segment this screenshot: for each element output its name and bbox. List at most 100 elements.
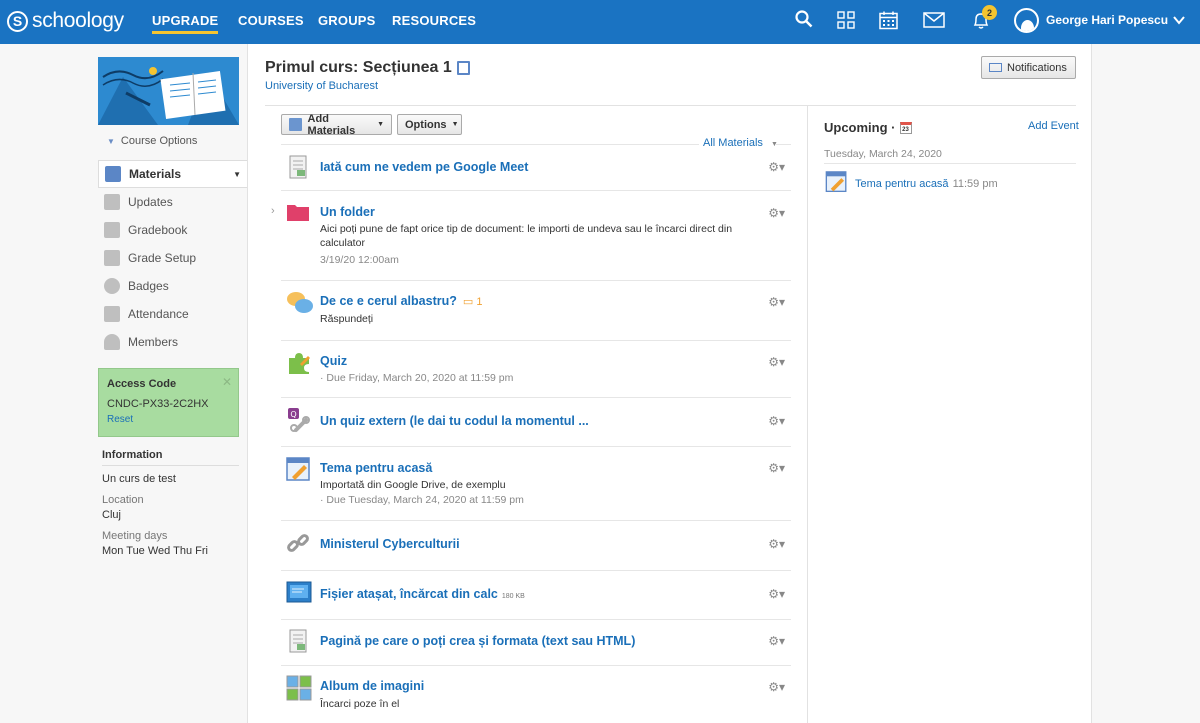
material-item[interactable]: Pagină pe care o poți crea și formata (t… [281, 620, 791, 666]
material-title[interactable]: Quiz [320, 354, 347, 368]
caret-down-icon: ▼ [451, 121, 459, 128]
notifications-button-label: Notifications [1007, 61, 1067, 74]
gear-icon[interactable]: ⚙▾ [768, 355, 785, 369]
upcoming-event[interactable]: Tema pentru acasă 11:59 pm [855, 178, 998, 190]
sidebar-item-label: Gradebook [128, 223, 188, 237]
gear-icon[interactable]: ⚙▾ [768, 587, 785, 601]
sidebar-item-badges[interactable]: Badges [98, 272, 247, 300]
add-event-link[interactable]: Add Event [1028, 120, 1079, 132]
calendar-icon[interactable] [879, 11, 898, 30]
course-name: Un curs de test [102, 473, 176, 485]
quiz-icon [289, 353, 310, 374]
calendar-icon[interactable]: 23 [899, 121, 912, 134]
file-icon [286, 581, 312, 603]
gear-icon[interactable]: ⚙▾ [768, 634, 785, 648]
gear-icon[interactable]: ⚙▾ [768, 206, 785, 220]
information-title: Information [102, 449, 239, 466]
close-icon[interactable]: ✕ [222, 375, 232, 389]
material-title[interactable]: Ministerul Cyberculturii [320, 537, 460, 551]
material-item[interactable]: Iată cum ne vedem pe Google Meet ⚙▾ [281, 145, 791, 191]
material-title[interactable]: De ce e cerul albastru? ▭ 1 [320, 294, 482, 308]
nav-courses[interactable]: COURSES [238, 13, 304, 28]
access-code-title: Access Code [107, 378, 177, 390]
triangle-down-icon: ▼ [107, 137, 115, 146]
gear-icon[interactable]: ⚙▾ [768, 461, 785, 475]
upcoming-event-title[interactable]: Tema pentru acasă [855, 178, 949, 190]
top-navigation-bar: S schoology UPGRADE COURSES GROUPS RESOU… [0, 0, 1200, 44]
sidebar-item-label: Attendance [128, 307, 189, 321]
material-item[interactable]: › Un folder Aici poți pune de fapt orice… [271, 191, 791, 281]
material-item[interactable]: Q Un quiz extern (le dai tu codul la mom… [281, 398, 791, 447]
external-tool-icon: Q [288, 408, 310, 432]
location-label: Location [102, 494, 144, 506]
notifications-button[interactable]: Notifications [981, 56, 1076, 79]
upcoming-date: Tuesday, March 24, 2020 [824, 148, 942, 160]
material-title[interactable]: Un quiz extern (le dai tu codul la momen… [320, 414, 589, 428]
add-materials-button[interactable]: Add Materials ▼ [281, 112, 392, 137]
material-date: 3/19/20 12:00am [320, 254, 399, 266]
messages-icon[interactable] [923, 12, 945, 28]
sidebar-item-label: Badges [128, 279, 169, 293]
search-icon[interactable] [795, 10, 813, 28]
material-title[interactable]: Un folder [320, 205, 375, 219]
assignment-icon [825, 171, 847, 193]
gear-icon[interactable]: ⚙▾ [768, 680, 785, 694]
nav-upgrade[interactable]: UPGRADE [152, 13, 219, 34]
material-item[interactable]: Album de imagini Încarci poze în el ⚙▾ [281, 666, 791, 723]
material-title[interactable]: Iată cum ne vedem pe Google Meet [320, 160, 528, 174]
chevron-down-icon[interactable] [1172, 13, 1186, 30]
gear-icon[interactable]: ⚙▾ [768, 414, 785, 428]
material-title[interactable]: Pagină pe care o poți crea și formata (t… [320, 634, 635, 648]
notifications-bell-icon[interactable]: 2 [971, 5, 997, 31]
header-divider [265, 105, 1076, 106]
sidebar-item-label: Materials [129, 167, 182, 181]
school-link[interactable]: University of Bucharest [265, 80, 378, 92]
main-content: Primul curs: Secțiunea 1 University of B… [247, 44, 1092, 723]
folder-icon [287, 205, 309, 221]
course-options-menu[interactable]: ▼ Course Options [107, 135, 197, 147]
nav-resources[interactable]: RESOURCES [392, 13, 476, 28]
sidebar-item-updates[interactable]: Updates [98, 188, 247, 216]
add-materials-label: Add Materials [307, 112, 356, 137]
material-title[interactable]: Fișier atașat, încărcat din calc 180 KB [320, 587, 525, 601]
course-options-label: Course Options [120, 135, 198, 147]
apps-grid-icon[interactable] [837, 11, 855, 29]
sidebar-item-attendance[interactable]: Attendance [98, 300, 247, 328]
gear-icon[interactable]: ⚙▾ [768, 537, 785, 551]
sidebar-item-label: Members [128, 335, 179, 349]
material-due-date: · Due Friday, March 20, 2020 at 11:59 pm [320, 372, 514, 384]
gear-icon[interactable]: ⚙▾ [768, 160, 785, 174]
options-button[interactable]: Options ▼ [397, 114, 462, 135]
gear-icon[interactable]: ⚙▾ [768, 295, 785, 309]
course-profile-image[interactable] [98, 57, 239, 125]
material-item[interactable]: Tema pentru acasă Importată din Google D… [281, 447, 791, 521]
material-title[interactable]: Album de imagini [320, 679, 424, 693]
attendance-icon [104, 306, 120, 322]
material-title[interactable]: Tema pentru acasă [320, 461, 432, 475]
caret-down-icon[interactable]: ▼ [233, 170, 241, 179]
nav-groups[interactable]: GROUPS [318, 13, 376, 28]
expand-chevron-icon[interactable]: › [271, 205, 275, 217]
sidebar-item-members[interactable]: Members [98, 328, 247, 356]
access-code-reset-link[interactable]: Reset [107, 414, 230, 425]
page-icon [289, 629, 307, 653]
sidebar-item-materials[interactable]: Materials ▼ [98, 160, 247, 188]
user-avatar[interactable] [1014, 8, 1039, 33]
sidebar-item-label: Updates [128, 195, 173, 209]
caret-down-icon: ▼ [377, 121, 384, 128]
upcoming-title: Upcoming · 23 [824, 120, 912, 135]
book-icon [456, 61, 470, 75]
logo-text: schoology [32, 9, 124, 32]
material-item[interactable]: Fișier atașat, încărcat din calc 180 KB ⚙… [281, 571, 791, 620]
notification-count-badge: 2 [982, 5, 997, 20]
meeting-days-value: Mon Tue Wed Thu Fri [102, 545, 208, 557]
location-value: Cluj [102, 509, 121, 521]
sidebar-item-gradebook[interactable]: Gradebook [98, 216, 247, 244]
sidebar-item-grade-setup[interactable]: Grade Setup [98, 244, 247, 272]
user-name[interactable]: George Hari Popescu [1046, 13, 1168, 27]
schoology-logo[interactable]: S schoology [7, 9, 124, 33]
material-item[interactable]: De ce e cerul albastru? ▭ 1 Răspundeți ⚙▾ [281, 281, 791, 341]
material-item[interactable]: Quiz · Due Friday, March 20, 2020 at 11:… [281, 341, 791, 398]
material-item[interactable]: Ministerul Cyberculturii ⚙▾ [281, 521, 791, 571]
add-materials-icon [289, 118, 302, 131]
